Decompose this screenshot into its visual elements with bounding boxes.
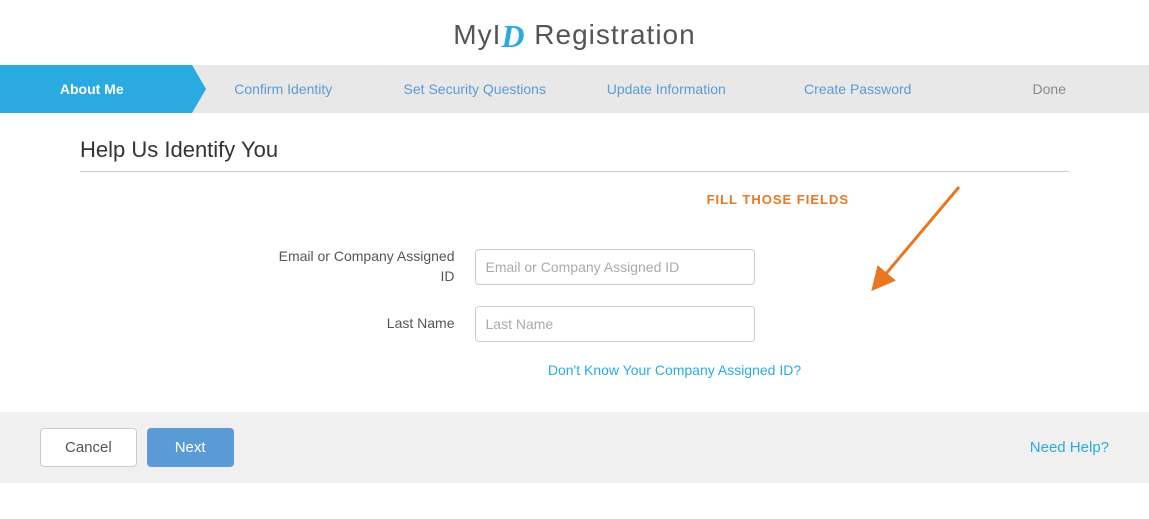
breadcrumb-create-password[interactable]: Create Password [766, 65, 958, 113]
main-content: Help Us Identify You FILL THOSE FIELDS E… [0, 113, 1149, 402]
email-input[interactable] [475, 249, 755, 285]
breadcrumb-update-information-label: Update Information [607, 81, 726, 97]
breadcrumb-confirm-identity-label: Confirm Identity [234, 81, 332, 97]
page-header: MyID Registration [0, 0, 1149, 65]
breadcrumb-create-password-label: Create Password [804, 81, 911, 97]
footer-buttons: Cancel Next [40, 428, 234, 467]
title-logo: D [501, 18, 525, 54]
breadcrumb-update-information[interactable]: Update Information [575, 65, 767, 113]
breadcrumb-confirm-identity[interactable]: Confirm Identity [192, 65, 384, 113]
last-name-input[interactable] [475, 306, 755, 342]
breadcrumb-set-security-questions[interactable]: Set Security Questions [383, 65, 575, 113]
title-suffix: Registration [526, 19, 696, 50]
fill-fields-arrow [859, 182, 989, 292]
last-name-row: Last Name [275, 306, 875, 342]
breadcrumb-set-security-questions-label: Set Security Questions [404, 81, 546, 97]
section-divider [80, 171, 1069, 172]
section-title: Help Us Identify You [80, 137, 1069, 163]
title-prefix: MyI [453, 19, 501, 50]
email-label: Email or Company Assigned ID [275, 247, 455, 286]
breadcrumb-about-me[interactable]: About Me [0, 65, 192, 113]
cancel-button[interactable]: Cancel [40, 428, 137, 467]
forgot-company-id-link[interactable]: Don't Know Your Company Assigned ID? [548, 362, 801, 378]
footer-bar: Cancel Next Need Help? [0, 412, 1149, 483]
breadcrumb-done[interactable]: Done [958, 65, 1149, 113]
breadcrumb-done-label: Done [1033, 81, 1066, 97]
next-button[interactable]: Next [147, 428, 234, 467]
fill-fields-annotation: FILL THOSE FIELDS [707, 192, 849, 207]
need-help-link[interactable]: Need Help? [1030, 439, 1109, 456]
email-row: Email or Company Assigned ID [275, 247, 875, 286]
breadcrumb-about-me-label: About Me [60, 81, 124, 97]
annotation-container: FILL THOSE FIELDS [80, 192, 1069, 247]
last-name-label: Last Name [275, 314, 455, 334]
breadcrumb-nav: About Me Confirm Identity Set Security Q… [0, 65, 1149, 113]
